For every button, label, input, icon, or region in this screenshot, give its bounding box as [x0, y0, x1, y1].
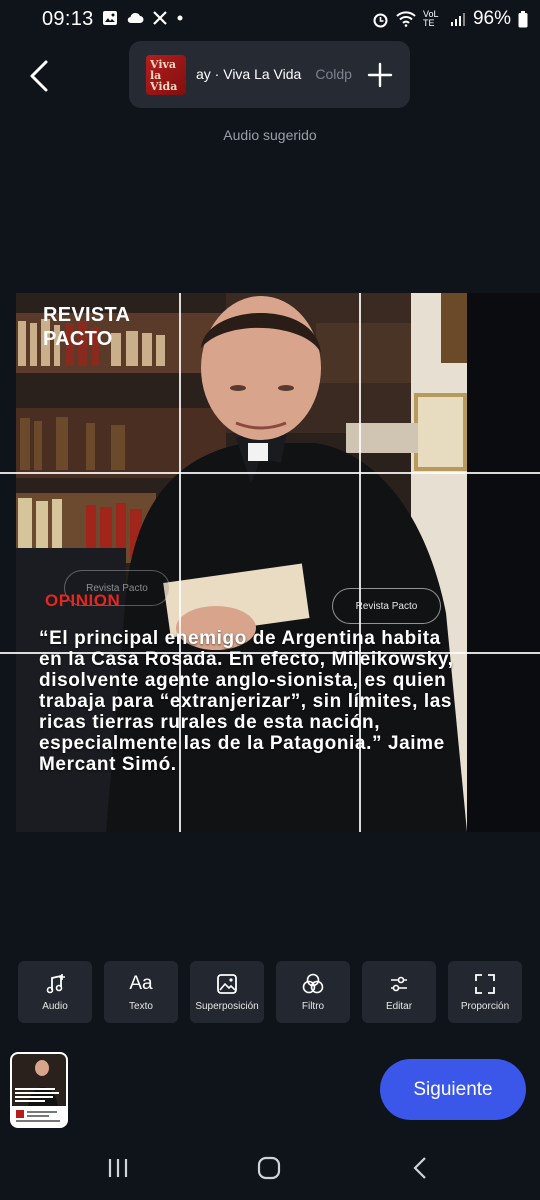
media-thumbnail[interactable]: [10, 1052, 68, 1128]
sliders-icon: [391, 976, 407, 992]
tool-aspect-ratio[interactable]: Proporción: [448, 961, 522, 1023]
battery-percent: 96%: [472, 8, 511, 29]
brand-line-2: PACTO: [43, 328, 113, 350]
music-note-add-icon: [46, 974, 65, 994]
quote-text: “El principal enemigo de Argentina habit…: [39, 628, 454, 775]
chevron-left-icon: [30, 60, 48, 92]
text-icon: Aa: [104, 973, 178, 995]
wifi-icon: [396, 11, 416, 27]
battery-icon: [518, 10, 528, 28]
tool-filter-label: Filtro: [301, 1001, 325, 1012]
plus-icon: [367, 62, 393, 88]
brand-title: REVISTA PACTO: [43, 303, 130, 351]
grid-line-horizontal-1: [0, 472, 540, 474]
category-label: OPINION: [45, 591, 121, 610]
status-bar: 09:13 VoLTE 96%: [0, 0, 540, 38]
album-art: Viva la Vida: [146, 55, 186, 95]
home-icon: [257, 1156, 281, 1180]
grid-line-vertical-2: [359, 293, 361, 832]
status-time: 09:13: [42, 8, 94, 30]
home-button[interactable]: [249, 1152, 289, 1184]
alarm-icon: [372, 11, 389, 28]
gallery-icon: [102, 10, 118, 26]
suggested-audio-selector[interactable]: Viva la Vida ay · Viva La Vida Coldp: [129, 41, 410, 108]
tool-edit[interactable]: Editar: [362, 961, 436, 1023]
volte-label: VoLTE: [422, 9, 439, 28]
tool-text-label: Texto: [129, 1001, 153, 1012]
next-button[interactable]: Siguiente: [380, 1059, 526, 1120]
tool-overlay-label: Superposición: [195, 1001, 259, 1012]
track-title: ay · Viva La Vida: [196, 66, 302, 82]
cloud-icon: [126, 11, 144, 25]
brand-line-1: REVISTA: [43, 304, 131, 326]
back-button[interactable]: [22, 56, 58, 96]
system-navigation-bar: [0, 1140, 540, 1200]
tool-audio-label: Audio: [42, 1001, 68, 1012]
grid-line-vertical-1: [179, 293, 181, 832]
tool-audio[interactable]: Audio: [18, 961, 92, 1023]
track-artist: Coldp: [315, 66, 352, 82]
filter-icon: [302, 973, 324, 994]
editor-toolbar: Audio Aa Texto Superposición Filtro Edit…: [18, 961, 523, 1023]
signal-icon: [450, 11, 466, 27]
tool-overlay[interactable]: Superposición: [190, 961, 264, 1023]
recent-apps-icon: [108, 1159, 128, 1177]
x-app-icon: [152, 10, 168, 26]
text-icon-glyph: Aa: [129, 973, 153, 994]
crop-frame-icon: [475, 974, 495, 994]
back-icon: [413, 1157, 426, 1179]
post-preview[interactable]: REVISTA PACTO Revista Pacto Revista Pact…: [16, 293, 467, 832]
add-audio-button[interactable]: [366, 61, 394, 89]
canvas-margin: [467, 293, 540, 832]
track-info: ay · Viva La Vida Coldp: [196, 66, 352, 82]
grid-line-horizontal-2: [0, 652, 540, 654]
album-art-text: Viva la Vida: [150, 58, 178, 93]
watermark-chip-right: Revista Pacto: [332, 588, 441, 624]
recent-apps-button[interactable]: [98, 1152, 138, 1184]
tool-aspect-ratio-label: Proporción: [460, 1001, 510, 1012]
back-nav-button[interactable]: [401, 1152, 441, 1184]
image-icon: [217, 974, 237, 994]
tool-text[interactable]: Aa Texto: [104, 961, 178, 1023]
notification-dot-icon: [176, 14, 184, 22]
thumbnail-preview: [12, 1054, 66, 1126]
tool-edit-label: Editar: [385, 1001, 413, 1012]
tool-filter[interactable]: Filtro: [276, 961, 350, 1023]
audio-hint: Audio sugerido: [223, 127, 317, 143]
